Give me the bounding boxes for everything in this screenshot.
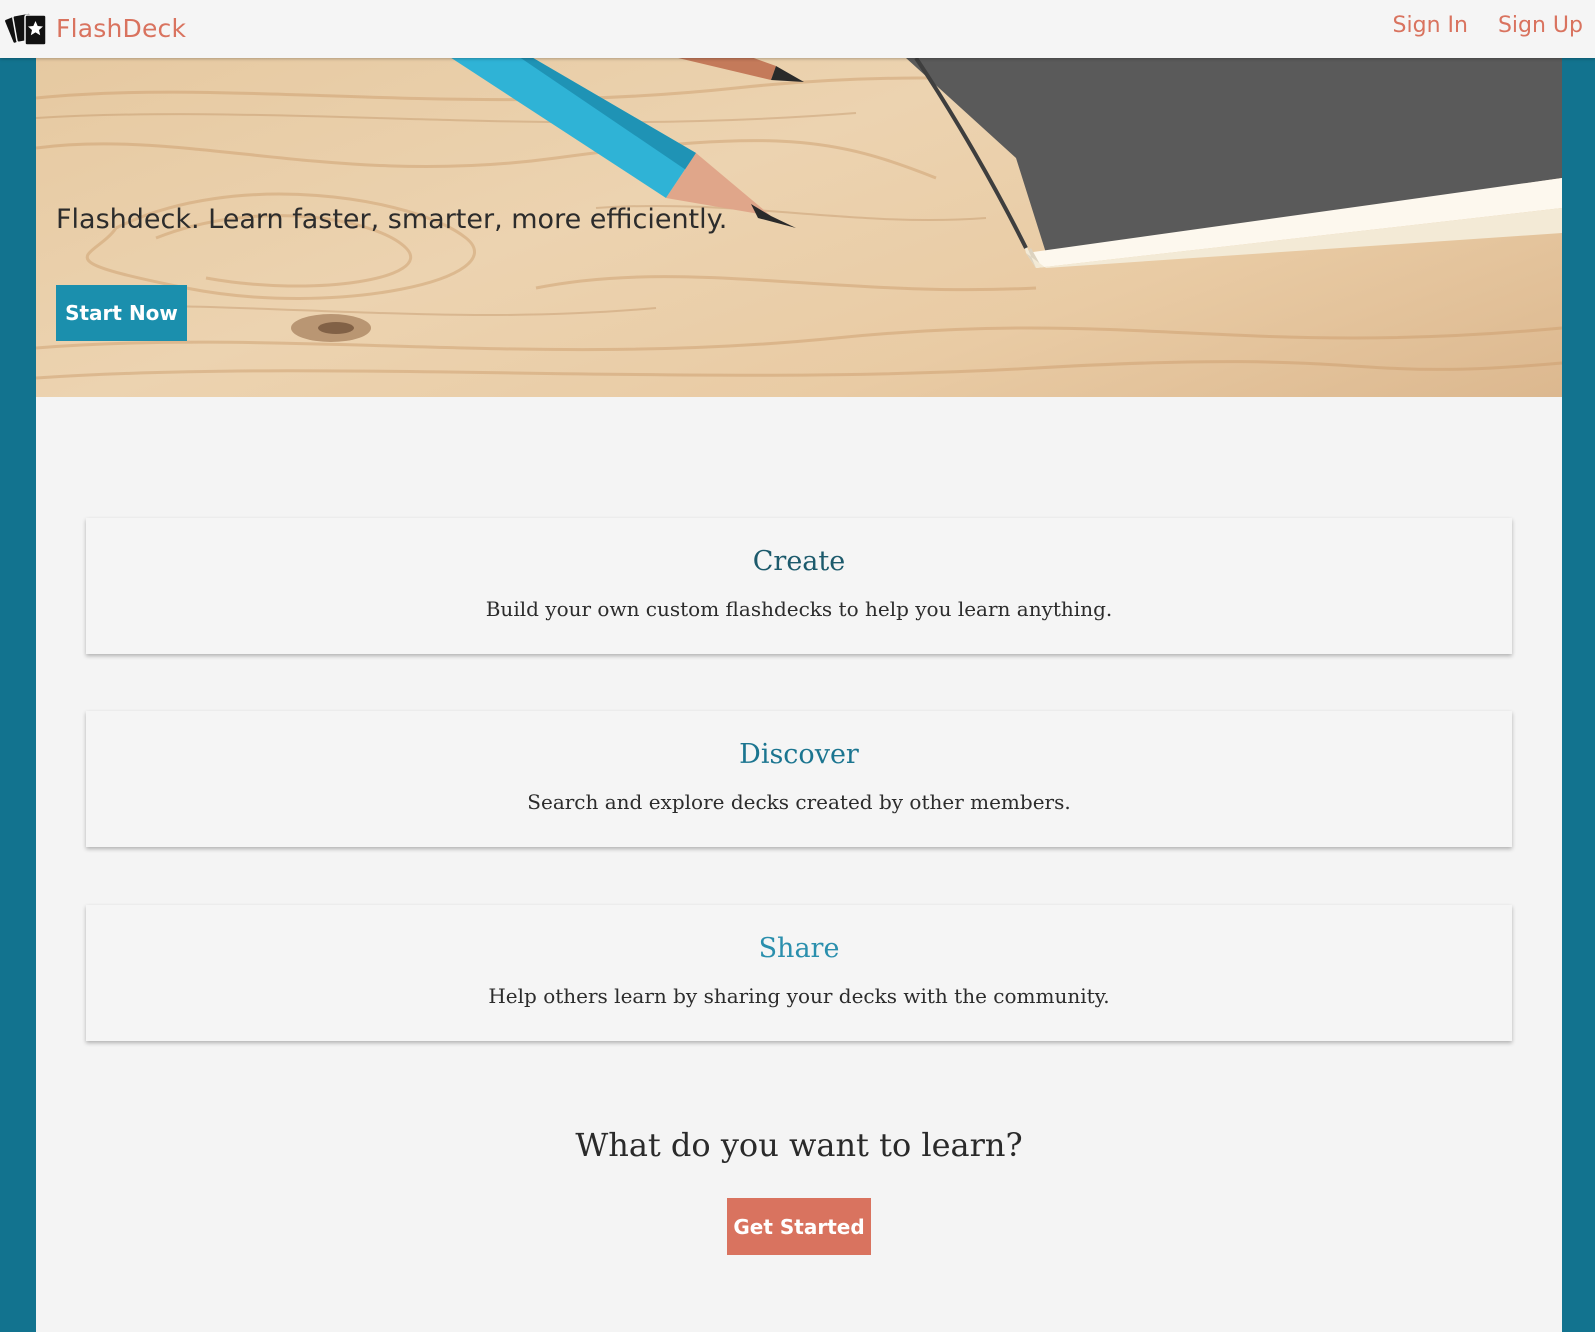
main-content: Flashdeck. Learn faster, smarter, more e… [36, 58, 1562, 1332]
feature-card-discover: Discover Search and explore decks create… [86, 711, 1512, 847]
cta-heading: What do you want to learn? [575, 1126, 1023, 1164]
nav-links: Sign In Sign Up [1393, 13, 1583, 38]
feature-text-create: Build your own custom flashdecks to help… [485, 597, 1113, 621]
hero-banner: Flashdeck. Learn faster, smarter, more e… [36, 58, 1562, 397]
navbar: FlashDeck Sign In Sign Up [0, 0, 1595, 58]
feature-title-create: Create [752, 546, 846, 577]
feature-text-discover: Search and explore decks created by othe… [527, 790, 1071, 814]
feature-title-share: Share [758, 933, 840, 964]
get-started-button[interactable]: Get Started [727, 1198, 871, 1255]
start-now-button[interactable]: Start Now [56, 285, 187, 341]
feature-title-discover: Discover [739, 739, 859, 770]
hero-tagline: Flashdeck. Learn faster, smarter, more e… [56, 204, 728, 235]
sign-in-link[interactable]: Sign In [1393, 13, 1468, 38]
sign-up-link[interactable]: Sign Up [1498, 13, 1583, 38]
brand-link[interactable]: FlashDeck [5, 9, 186, 47]
feature-text-share: Help others learn by sharing your decks … [488, 984, 1110, 1008]
brand-name: FlashDeck [56, 13, 187, 43]
flashcards-icon [5, 12, 47, 46]
feature-card-create: Create Build your own custom flashdecks … [86, 518, 1512, 654]
feature-card-share: Share Help others learn by sharing your … [86, 905, 1512, 1041]
